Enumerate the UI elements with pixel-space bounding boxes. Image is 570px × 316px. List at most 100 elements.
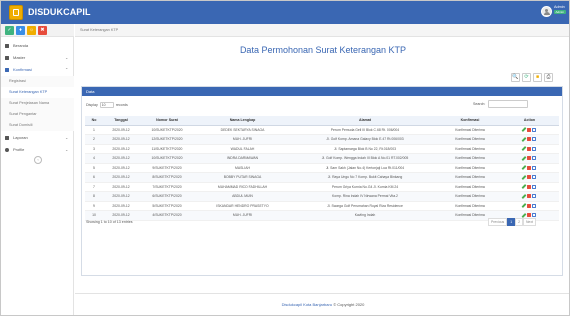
cell-nama-lengkap: INDRA DARMAWAN [195,153,290,164]
quick-close-button[interactable]: ✖ [38,26,47,35]
delete-icon[interactable] [526,203,531,208]
sidebar-subitem-surat-keterangan-ktp[interactable]: Surat Keterangan KTP [1,87,74,98]
cell-no: 3 [85,144,103,154]
top-navbar: DISDUKCAPIL Admin Admin [1,1,569,24]
delete-icon[interactable] [526,156,531,161]
cell-action [500,172,559,183]
cell-tanggal: 2020-09-12 [103,163,139,173]
row-actions [521,212,537,218]
delete-icon[interactable] [526,194,531,199]
sidebar-subitem-surat-pengantar[interactable]: Surat Pengantar [1,109,74,120]
delete-icon[interactable] [526,127,531,132]
column-header-nama-lengkap[interactable]: Nama Lengkap [195,116,290,126]
delete-icon[interactable] [526,213,531,218]
row-actions [521,203,537,209]
delete-icon[interactable] [526,137,531,142]
sidebar-subitem-label: Surat Keterangan KTP [9,90,48,95]
sidebar-item-label: Laporan [13,135,28,140]
table-row: 6 2020-09-12 8/SUKETKTP/2020 BOBBY PUTAR SI… [85,172,559,183]
table-row: 1 2020-09-12 10/SUKETKTP/2020 DEDEK SEKTARY… [85,125,559,135]
cell-konfirmasi: Konfirmasi Diterima [440,172,500,183]
column-header-nomor-surat[interactable]: Nomor Surat [139,116,195,126]
user-name: Admin [554,5,565,9]
pagination-page-1[interactable]: 1 [507,218,516,226]
sidebar-item-laporan[interactable]: Laporan ⌄ [1,132,74,143]
cell-nama-lengkap: DEDEK SEKTARYA SINAGA [195,125,290,135]
document-icon[interactable] [531,127,536,132]
cell-action [500,163,559,173]
quick-check-button[interactable]: ✓ [5,26,14,35]
sidebar-subitem-surat-domisili[interactable]: Surat Domisili [1,120,74,131]
column-header-tanggal[interactable]: Tanggal [103,116,139,126]
document-icon[interactable] [531,184,536,189]
pagination-page-2[interactable]: 2 [515,218,523,226]
sidebar-subitem-label: Surat Pengantar [9,112,37,117]
footer-brand[interactable]: Disdukcapil Kota Banjarbaru [282,302,332,307]
quick-action-bar: ✓ ♦ ☼ ✖ [1,24,74,37]
quick-info-button[interactable]: ♦ [16,26,25,35]
search-toggle-button[interactable]: 🔍 [511,73,520,82]
sidebar-item-label: Master [13,55,26,60]
display-length-select[interactable]: 10 [99,102,114,108]
quick-settings-button[interactable]: ☼ [27,26,36,35]
document-icon[interactable] [531,194,536,199]
cell-no: 7 [85,182,103,192]
app-name[interactable]: DISDUKCAPIL [28,7,91,17]
sidebar-item-konfirmasi[interactable]: Konfirmasi ⌃ [1,64,74,75]
chevron-down-icon: ⌄ [65,54,69,60]
delete-icon[interactable] [526,165,531,170]
table-row: 7 2020-09-12 7/SUKETKTP/2020 MUHAMMAD RICO … [85,182,559,192]
sidebar-item-profile[interactable]: Profile ⌄ [1,144,74,155]
cell-no: 10 [85,210,103,221]
document-icon[interactable] [531,175,536,180]
column-header-no[interactable]: No [85,116,103,126]
cell-alamat: Komp. Rina Indah IV Nirwana Permai Vita.… [290,191,440,202]
sidebar-subitem-registrasi[interactable]: Registrasi [1,76,74,87]
user-avatar-icon[interactable] [541,6,552,17]
document-icon[interactable] [531,146,536,151]
disdukcapil-logo-icon[interactable] [9,5,23,20]
table-row: 2 2020-09-12 12/SUKETKTP/2020 MUH. JUFRI Jl.… [85,134,559,145]
cell-konfirmasi: Konfirmasi Diterima [440,134,500,145]
sidebar: ✓ ♦ ☼ ✖ Beranda Master ⌄ Konfirmasi ⌃ Re… [1,24,74,315]
document-icon[interactable] [531,203,536,208]
cell-nama-lengkap: MUHAMMAD RICO FADHILLAH [195,182,290,192]
columns-button[interactable]: ■ [533,73,542,82]
cell-nomor-surat: 9/SUKETKTP/2020 [139,163,195,173]
delete-icon[interactable] [526,184,531,189]
cell-konfirmasi: Konfirmasi Diterima [440,153,500,164]
cell-tanggal: 2020-09-12 [103,125,139,135]
print-button[interactable]: ⎙ [544,73,553,82]
cell-nomor-surat: 11/SUKETKTP/2020 [139,144,195,154]
refresh-button[interactable]: ⟳ [522,73,531,82]
delete-icon[interactable] [526,175,531,180]
document-icon [5,135,9,140]
document-icon[interactable] [531,165,536,170]
pagination-next[interactable]: Next [522,218,536,226]
document-icon[interactable] [531,213,536,218]
cell-nama-lengkap: ABDUL MUIN [195,191,290,202]
row-actions [521,165,537,171]
chevron-down-icon: ⌄ [65,146,69,152]
user-menu[interactable]: Admin Admin [541,5,566,20]
column-header-konfirmasi[interactable]: Konfirmasi [440,116,500,126]
search-input[interactable] [488,100,528,108]
table-row: 8 2020-09-12 6/SUKETKTP/2020 ABDUL MUIN Komp… [85,191,559,202]
footer-text: Disdukcapil Kota Banjarbaru © Copyright … [75,302,569,307]
records-label: records [115,102,128,107]
row-actions [521,136,537,142]
sidebar-item-master[interactable]: Master ⌄ [1,52,74,63]
document-icon[interactable] [531,156,536,161]
table-header-row: No Tanggal Nomor Surat Nama Lengkap Alam… [85,116,559,126]
document-icon[interactable] [531,137,536,142]
pagination-previous[interactable]: Previous [488,218,508,226]
sidebar-item-beranda[interactable]: Beranda [1,40,74,51]
cell-nama-lengkap: WADUL FALAH [195,144,290,154]
cell-no: 4 [85,153,103,164]
sidebar-subitem-surat-penjelasan-nama[interactable]: Surat Penjelasan Nama [1,98,74,109]
cell-tanggal: 2020-09-12 [103,144,139,154]
delete-icon[interactable] [526,146,531,151]
breadcrumb-item[interactable]: Surat Keterangan KTP [80,28,118,32]
column-header-alamat[interactable]: Alamat [290,116,440,126]
sidebar-collapse-button[interactable]: ‹ [34,156,42,164]
